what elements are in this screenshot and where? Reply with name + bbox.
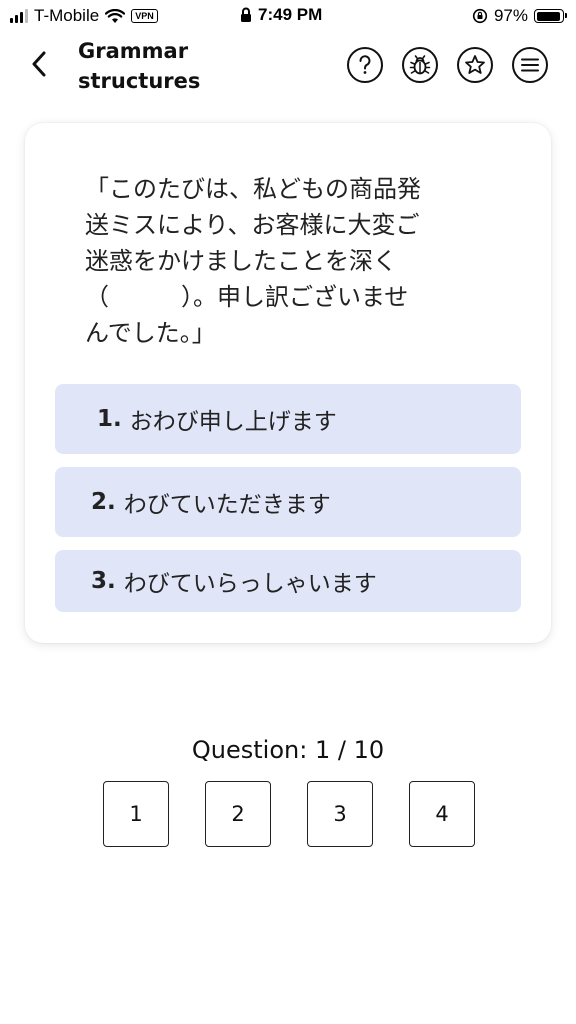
option-number: 2. <box>91 489 116 515</box>
question-text: 「このたびは、私どもの商品発 送ミスにより、お客様に大変ご 迷惑をかけましたこと… <box>85 175 421 347</box>
carrier-label: T-Mobile <box>34 6 100 25</box>
question-card: 「このたびは、私どもの商品発 送ミスにより、お客様に大変ご 迷惑をかけましたこと… <box>25 123 551 643</box>
menu-icon <box>521 58 539 72</box>
report-bug-button[interactable] <box>402 47 438 83</box>
status-right: 97% <box>472 6 567 26</box>
page-title: Grammar structures <box>78 39 201 93</box>
option-number: 3. <box>91 568 116 594</box>
answer-option-3[interactable]: 3. わびていらっしゃいます <box>55 550 521 612</box>
favorite-button[interactable] <box>457 47 493 83</box>
lock-icon <box>241 7 251 22</box>
bug-icon <box>409 55 431 75</box>
help-icon <box>359 55 371 74</box>
option-label: わびていらっしゃいます <box>123 571 377 597</box>
header-actions <box>347 47 548 83</box>
star-icon <box>465 55 485 74</box>
status-left: T-Mobile VPN <box>10 6 158 26</box>
question-button-1[interactable]: 1 <box>103 781 169 847</box>
status-center: 7:49 PM <box>240 5 322 25</box>
battery-percent: 97% <box>493 6 528 25</box>
vpn-badge: VPN <box>131 9 158 23</box>
question-pager: 1 2 3 4 <box>103 781 475 847</box>
help-button[interactable] <box>347 47 383 83</box>
status-bar: T-Mobile VPN 7:49 PM 97% <box>0 0 576 34</box>
answer-option-1[interactable]: 1. おわび申し上げます <box>55 384 521 454</box>
option-label: わびていただきます <box>123 492 331 518</box>
back-chevron-icon <box>32 51 46 77</box>
signal-icon <box>10 9 28 23</box>
orientation-lock-icon <box>472 8 488 24</box>
answer-option-2[interactable]: 2. わびていただきます <box>55 467 521 537</box>
status-time: 7:49 PM <box>258 5 323 24</box>
battery-icon <box>534 9 567 23</box>
option-number: 1. <box>97 406 122 432</box>
back-button[interactable] <box>24 48 54 80</box>
wifi-icon <box>105 8 126 23</box>
option-label: おわび申し上げます <box>129 409 337 435</box>
question-button-4[interactable]: 4 <box>409 781 475 847</box>
battery-fill <box>536 11 560 21</box>
question-counter: Question: 1 / 10 <box>191 736 385 764</box>
question-button-3[interactable]: 3 <box>307 781 373 847</box>
question-button-2[interactable]: 2 <box>205 781 271 847</box>
menu-button[interactable] <box>512 47 548 83</box>
